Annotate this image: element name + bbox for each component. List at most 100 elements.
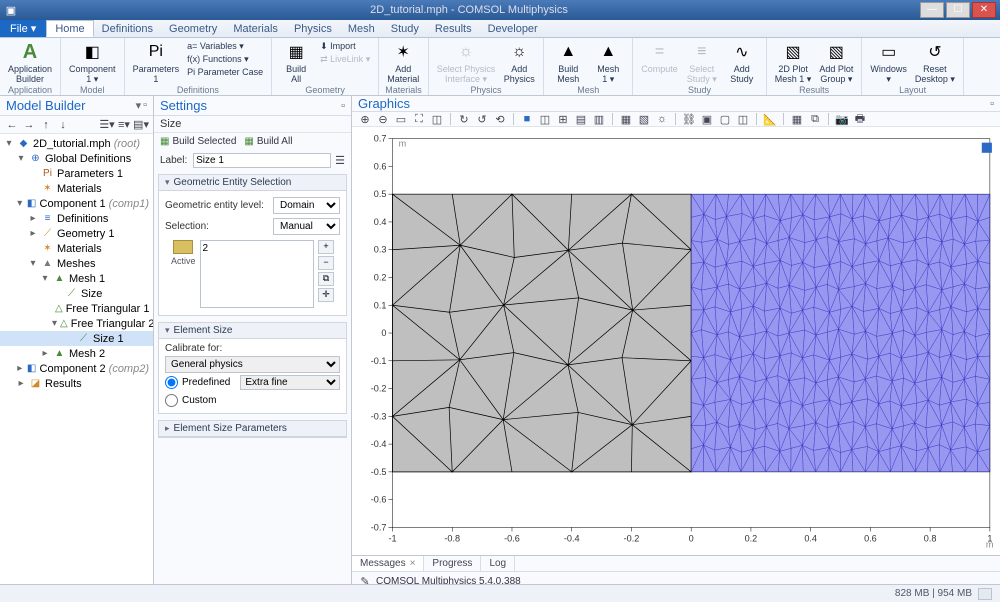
bottom-tab-progress[interactable]: Progress — [424, 556, 481, 571]
zoom-extents-icon[interactable]: ⛶ — [412, 112, 426, 126]
active-toggle[interactable] — [173, 240, 193, 254]
zoom-box-icon[interactable]: ▭ — [394, 112, 408, 126]
expand-icon[interactable]: ▾ — [4, 138, 14, 149]
trans-icon[interactable]: ▦ — [619, 112, 633, 126]
panel-dropdown-icon[interactable]: ▾ — [136, 99, 142, 112]
select-copy-icon[interactable]: ⧉ — [318, 272, 334, 286]
tree-node-materials[interactable]: ✶Materials — [0, 181, 153, 196]
custom-radio[interactable] — [165, 394, 178, 407]
close-icon[interactable]: × — [410, 558, 416, 569]
view-4-icon[interactable]: ▤ — [574, 112, 588, 126]
tree-node-component-2-comp2-[interactable]: ▸◧Component 2 (comp2) — [0, 361, 153, 376]
grid-icon[interactable]: ▦ — [790, 112, 804, 126]
snapshot-icon[interactable]: 📷 — [835, 112, 849, 126]
wire-icon[interactable]: ▧ — [637, 112, 651, 126]
ribbon-mesh-button[interactable]: ▲Mesh1 ▾ — [590, 40, 626, 85]
expand-icon[interactable]: ▾ — [16, 153, 26, 164]
menu-tab-definitions[interactable]: Definitions — [94, 20, 161, 37]
tree-node-2d-tutorial-mph-root-[interactable]: ▾◆2D_tutorial.mph (root) — [0, 136, 153, 151]
ribbon-build-button[interactable]: ▲BuildMesh — [550, 40, 586, 85]
zoom-in-icon[interactable]: ⊕ — [358, 112, 372, 126]
select-none-icon[interactable]: ▢ — [718, 112, 732, 126]
ribbon-select-button[interactable]: ≡SelectStudy ▾ — [684, 40, 720, 85]
tree-node-component-1-comp1-[interactable]: ▾◧Component 1 (comp1) — [0, 196, 153, 211]
window-close-button[interactable]: ✕ — [972, 2, 996, 18]
more-icon[interactable]: ▤▾ — [134, 118, 148, 132]
tree-node-materials[interactable]: ✶Materials — [0, 241, 153, 256]
tree-node-free-triangular-1[interactable]: △Free Triangular 1 — [0, 301, 153, 316]
ribbon--livelink--button[interactable]: ⇄ LiveLink ▾ — [318, 53, 372, 65]
menu-tab-materials[interactable]: Materials — [225, 20, 286, 37]
ribbon-windows-button[interactable]: ▭Windows▾ — [868, 40, 909, 85]
expand-icon[interactable]: ▾ — [40, 273, 50, 284]
ribbon-add-button[interactable]: ∿AddStudy — [724, 40, 760, 85]
tree-node-definitions[interactable]: ▸≡Definitions — [0, 211, 153, 226]
element-size-section-header[interactable]: Element Size — [159, 323, 346, 339]
ribbon-select-physics-button[interactable]: ☼Select PhysicsInterface ▾ — [435, 40, 498, 85]
selection-list[interactable]: 2 — [200, 240, 314, 308]
window-minimize-button[interactable]: — — [920, 2, 944, 18]
selection-select[interactable]: Manual — [273, 218, 340, 235]
tree-node-results[interactable]: ▸◪Results — [0, 376, 153, 391]
ribbon-pi-parameter-case-button[interactable]: Pi Parameter Case — [185, 66, 265, 78]
expand-icon[interactable]: ▾ — [52, 318, 57, 329]
tree-node-mesh-2[interactable]: ▸▲Mesh 2 — [0, 346, 153, 361]
rot-yz-icon[interactable]: ⟲ — [493, 112, 507, 126]
ribbon-a-variables--button[interactable]: a= Variables ▾ — [185, 40, 265, 52]
eye-icon[interactable]: ☰▾ — [100, 118, 114, 132]
nav-up-icon[interactable]: ↑ — [39, 118, 53, 132]
panel-min-icon[interactable]: ▫ — [990, 98, 994, 110]
nav-back-icon[interactable]: ← — [5, 118, 19, 132]
predefined-select[interactable]: Extra fine — [240, 375, 340, 390]
link-icon[interactable]: ⛓ — [682, 112, 696, 126]
rot-xz-icon[interactable]: ↺ — [475, 112, 489, 126]
ribbon-application-button[interactable]: AApplicationBuilder — [6, 40, 54, 85]
menu-tab-mesh[interactable]: Mesh — [340, 20, 383, 37]
menu-tab-developer[interactable]: Developer — [480, 20, 546, 37]
measure-icon[interactable]: 📐 — [763, 112, 777, 126]
expand-icon[interactable]: ▸ — [16, 363, 24, 374]
tree-node-global-definitions[interactable]: ▾⊕Global Definitions — [0, 151, 153, 166]
ribbon-parameters-button[interactable]: PiParameters1 — [131, 40, 182, 85]
menu-tab-results[interactable]: Results — [427, 20, 480, 37]
ribbon-build-button[interactable]: ▦BuildAll — [278, 40, 314, 85]
filter-icon[interactable]: ≡▾ — [117, 118, 131, 132]
select-box-icon[interactable]: ◫ — [736, 112, 750, 126]
model-tree[interactable]: ▾◆2D_tutorial.mph (root)▾⊕Global Definit… — [0, 134, 153, 584]
nav-down-icon[interactable]: ↓ — [56, 118, 70, 132]
ribbon-add-plot-button[interactable]: ▧Add PlotGroup ▾ — [817, 40, 855, 85]
tree-node-meshes[interactable]: ▾▲Meshes — [0, 256, 153, 271]
calibrate-select[interactable]: General physics — [165, 356, 340, 373]
select-all-icon[interactable]: ▣ — [700, 112, 714, 126]
geom-level-select[interactable]: Domain — [273, 197, 340, 214]
menu-tab-physics[interactable]: Physics — [286, 20, 340, 37]
ribbon-add-button[interactable]: ✶AddMaterial — [385, 40, 421, 85]
select-add-icon[interactable]: + — [318, 240, 334, 254]
print-icon[interactable]: 🖶 — [853, 112, 867, 126]
light-icon[interactable]: ☼ — [655, 112, 669, 126]
view-5-icon[interactable]: ▥ — [592, 112, 606, 126]
nav-fwd-icon[interactable]: → — [22, 118, 36, 132]
expand-icon[interactable]: ▸ — [40, 348, 50, 359]
view-1-icon[interactable]: ■ — [520, 112, 534, 126]
build-all-button[interactable]: ▦Build All — [244, 136, 292, 147]
tree-node-size-1[interactable]: ⟋Size 1 — [0, 331, 153, 346]
ribbon-add-button[interactable]: ☼AddPhysics — [501, 40, 537, 85]
panel-min-icon[interactable]: ▫ — [341, 100, 345, 112]
view-2-icon[interactable]: ◫ — [538, 112, 552, 126]
panel-min-icon[interactable]: ▫ — [143, 99, 147, 112]
geom-entity-section-header[interactable]: Geometric Entity Selection — [159, 175, 346, 191]
copy-view-icon[interactable]: ⧉ — [808, 112, 822, 126]
tree-node-geometry-1[interactable]: ▸⟋Geometry 1 — [0, 226, 153, 241]
graphics-viewport[interactable]: -1-0.8-0.6-0.4-0.200.20.40.60.81-0.7-0.6… — [352, 127, 1000, 555]
expand-icon[interactable]: ▸ — [28, 213, 38, 224]
ribbon-2d-plot-button[interactable]: ▧2D PlotMesh 1 ▾ — [773, 40, 814, 85]
tree-node-size[interactable]: ⟋Size — [0, 286, 153, 301]
expand-icon[interactable]: ▾ — [16, 198, 24, 209]
ribbon-component-button[interactable]: ◧Component1 ▾ — [67, 40, 118, 85]
tree-node-parameters-1[interactable]: PiParameters 1 — [0, 166, 153, 181]
select-remove-icon[interactable]: − — [318, 256, 334, 270]
tree-node-free-triangular-2[interactable]: ▾△Free Triangular 2 — [0, 316, 153, 331]
rot-xy-icon[interactable]: ↻ — [457, 112, 471, 126]
expand-icon[interactable]: ▸ — [28, 228, 38, 239]
